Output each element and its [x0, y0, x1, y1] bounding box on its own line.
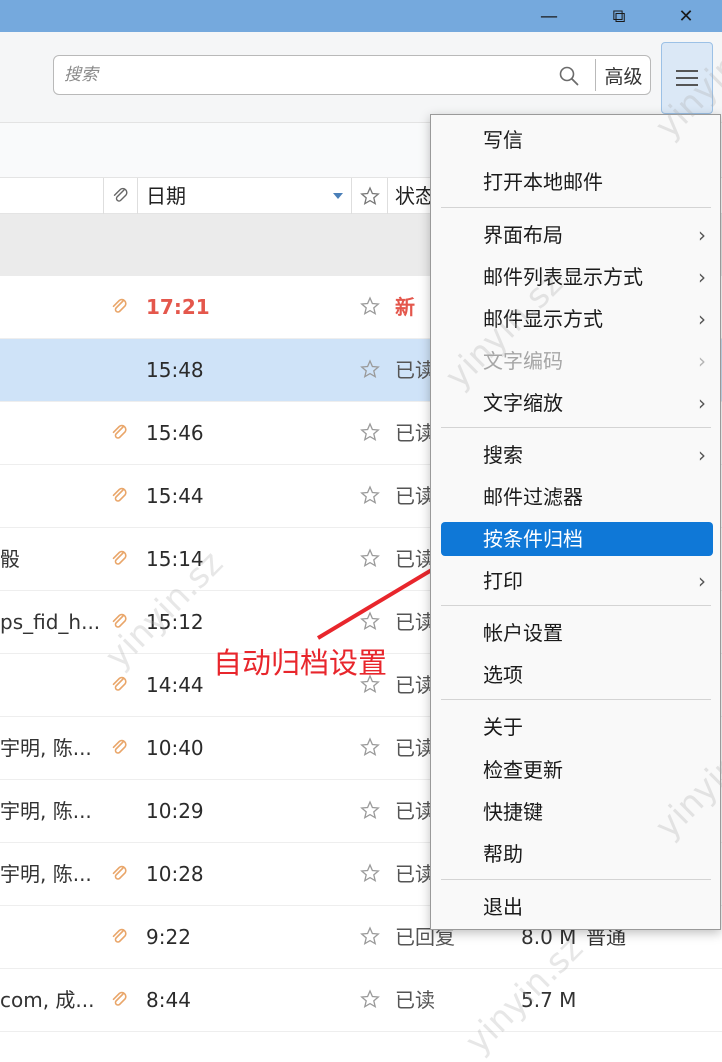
menu-item-label: 打开本地邮件: [483, 170, 603, 194]
menu-item[interactable]: 选项: [431, 655, 720, 695]
menu-item-label: 帮助: [483, 842, 523, 866]
menu-item[interactable]: 打开本地邮件: [431, 162, 720, 202]
menu-item[interactable]: 退出: [431, 887, 720, 927]
menu-item-label: 按条件归档: [483, 527, 583, 551]
menu-item-label: 检查更新: [483, 758, 563, 782]
menu-separator: [441, 207, 711, 208]
menu-item-label: 文字缩放: [483, 391, 563, 415]
menu-item[interactable]: 邮件列表显示方式 ›: [431, 257, 720, 297]
menu-item-label: 帐户设置: [483, 621, 563, 645]
menu-item-label: 退出: [483, 895, 523, 919]
chevron-right-icon: ›: [698, 569, 706, 593]
menu-item[interactable]: 界面布局 ›: [431, 215, 720, 255]
menu-item[interactable]: 帐户设置: [431, 613, 720, 653]
menu-item-label: 打印: [483, 569, 523, 593]
menu-item-label: 界面布局: [483, 223, 563, 247]
menu-item-label: 选项: [483, 663, 523, 687]
menu-item-label: 邮件过滤器: [483, 485, 583, 509]
chevron-right-icon: ›: [698, 349, 706, 373]
menu-separator: [441, 427, 711, 428]
menu-item-label: 关于: [483, 715, 523, 739]
menu-item[interactable]: 按条件归档: [441, 522, 713, 556]
menu-item[interactable]: 快捷键: [431, 792, 720, 832]
menu-item-label: 搜索: [483, 443, 523, 467]
menu-item[interactable]: 文字缩放 ›: [431, 383, 720, 423]
menu-item-label: 邮件显示方式: [483, 307, 603, 331]
menu-item[interactable]: 搜索 ›: [431, 435, 720, 475]
menu-item[interactable]: 帮助: [431, 834, 720, 874]
menu-item[interactable]: 打印 ›: [431, 561, 720, 601]
menu-item-label: 邮件列表显示方式: [483, 265, 643, 289]
chevron-right-icon: ›: [698, 391, 706, 415]
annotation-label: 自动归档设置: [213, 646, 388, 680]
chevron-right-icon: ›: [698, 443, 706, 467]
menu-separator: [441, 879, 711, 880]
menu-item[interactable]: 检查更新: [431, 750, 720, 790]
menu-item[interactable]: 关于: [431, 707, 720, 747]
menu-item-label: 写信: [483, 128, 523, 152]
menu-item[interactable]: 邮件过滤器: [431, 477, 720, 517]
chevron-right-icon: ›: [698, 265, 706, 289]
menu-item[interactable]: 写信: [431, 120, 720, 160]
menu-item[interactable]: 邮件显示方式 ›: [431, 299, 720, 339]
menu-separator: [441, 605, 711, 606]
menu-separator: [441, 699, 711, 700]
app-menu: 写信 打开本地邮件 界面布局 › 邮件列表显示方式 › 邮件显示方式 › 文字编码 › 文字缩放 › 搜…: [430, 114, 721, 930]
chevron-right-icon: ›: [698, 223, 706, 247]
menu-item: 文字编码 ›: [431, 341, 720, 381]
chevron-right-icon: ›: [698, 307, 706, 331]
menu-item-label: 快捷键: [483, 800, 543, 824]
menu-item-label: 文字编码: [483, 349, 563, 373]
